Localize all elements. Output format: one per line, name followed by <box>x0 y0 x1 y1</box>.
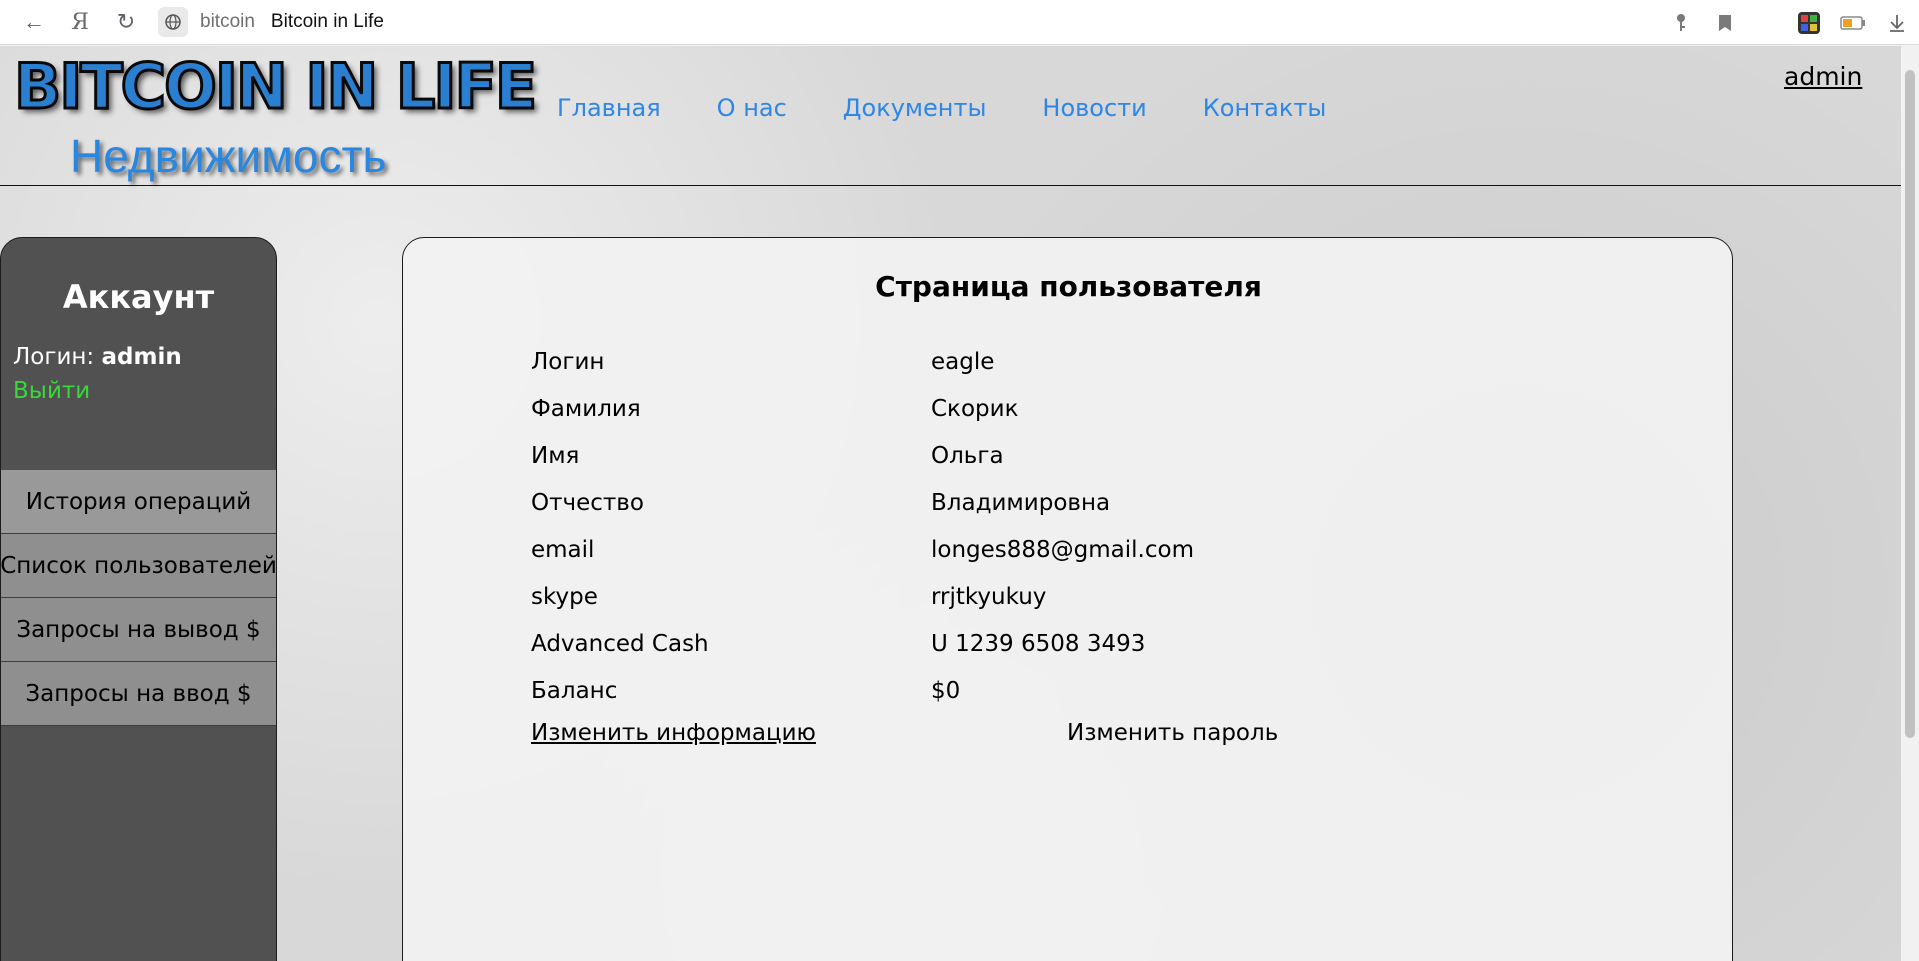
sidebar-item-users[interactable]: Список пользователей <box>0 534 277 598</box>
nav-contacts[interactable]: Контакты <box>1203 94 1327 122</box>
page-background: BITCOIN IN LIFE Недвижимость Главная О н… <box>0 46 1901 961</box>
sidebar-item-deposit-requests[interactable]: Запросы на ввод $ <box>1 662 276 726</box>
info-value: rrjtkyukuy <box>931 583 1047 610</box>
scrollbar-thumb[interactable] <box>1905 70 1915 738</box>
bookmark-icon[interactable] <box>1703 1 1747 45</box>
info-label: Advanced Cash <box>531 630 709 657</box>
browser-right-icons <box>1659 0 1919 45</box>
address-host: bitcoin <box>200 11 255 32</box>
login-label: Логин: <box>13 344 95 370</box>
browser-toolbar: ← Я ↻ bitcoin Bitcoin in Life <box>0 0 1919 45</box>
yandex-icon[interactable]: Я <box>62 4 98 40</box>
nav-news[interactable]: Новости <box>1042 94 1146 122</box>
info-row: email longes888@gmail.com <box>531 526 1194 573</box>
login-info: Логин: admin <box>13 344 182 370</box>
info-value: U 1239 6508 3493 <box>931 630 1146 657</box>
info-row: skype rrjtkyukuy <box>531 573 1194 620</box>
address-bar[interactable]: bitcoin Bitcoin in Life <box>158 5 384 39</box>
info-label: Имя <box>531 442 580 469</box>
info-row: Имя Ольга <box>531 432 1194 479</box>
info-row: Логин eagle <box>531 338 1194 385</box>
info-value: longes888@gmail.com <box>931 536 1194 563</box>
page-title: Страница пользователя <box>875 270 1262 303</box>
info-label: Логин <box>531 348 605 375</box>
info-value: $0 <box>931 677 961 704</box>
page-scrollbar[interactable] <box>1901 46 1919 961</box>
globe-icon <box>158 7 188 37</box>
info-label: email <box>531 536 595 563</box>
nav-about[interactable]: О нас <box>717 94 787 122</box>
key-icon[interactable] <box>1659 1 1703 45</box>
info-row: Фамилия Скорик <box>531 385 1194 432</box>
site-subtitle: Недвижимость <box>70 130 387 182</box>
site-logo[interactable]: BITCOIN IN LIFE <box>12 50 538 123</box>
main-nav: Главная О нас Документы Новости Контакты <box>557 88 1382 128</box>
sidebar-menu: История операций Список пользователей За… <box>0 470 277 726</box>
info-value: eagle <box>931 348 995 375</box>
user-link[interactable]: admin <box>1784 62 1862 91</box>
user-info-table: Логин eagle Фамилия Скорик Имя Ольга Отч… <box>531 338 1194 714</box>
tab-title: Bitcoin in Life <box>270 11 384 32</box>
sidebar-item-withdraw-requests[interactable]: Запросы на вывод $ <box>1 598 276 662</box>
info-label: Баланс <box>531 677 618 704</box>
reload-icon[interactable]: ↻ <box>108 4 144 40</box>
battery-icon[interactable] <box>1831 1 1875 45</box>
change-password-link[interactable]: Изменить пароль <box>1067 720 1278 746</box>
info-label: skype <box>531 583 598 610</box>
info-label: Отчество <box>531 489 644 516</box>
info-value: Ольга <box>931 442 1004 469</box>
account-sidebar: Аккаунт Логин: admin Выйти История опера… <box>0 237 277 961</box>
sidebar-title: Аккаунт <box>62 278 215 316</box>
user-profile-panel: Страница пользователя Логин eagle Фамили… <box>402 237 1733 961</box>
download-icon[interactable] <box>1875 1 1919 45</box>
logout-link[interactable]: Выйти <box>13 378 90 404</box>
nav-documents[interactable]: Документы <box>843 94 987 122</box>
info-row: Advanced Cash U 1239 6508 3493 <box>531 620 1194 667</box>
info-value: Скорик <box>931 395 1019 422</box>
edit-info-link[interactable]: Изменить информацию <box>531 720 816 746</box>
login-value: admin <box>101 344 182 370</box>
sidebar-item-history[interactable]: История операций <box>1 470 276 534</box>
info-row: Отчество Владимировна <box>531 479 1194 526</box>
info-value: Владимировна <box>931 489 1111 516</box>
extension-icon[interactable] <box>1787 1 1831 45</box>
info-row: Баланс $0 <box>531 667 1194 714</box>
header-divider <box>0 185 1901 186</box>
nav-home[interactable]: Главная <box>557 94 661 122</box>
back-arrow-icon[interactable]: ← <box>16 4 52 40</box>
info-label: Фамилия <box>531 395 641 422</box>
